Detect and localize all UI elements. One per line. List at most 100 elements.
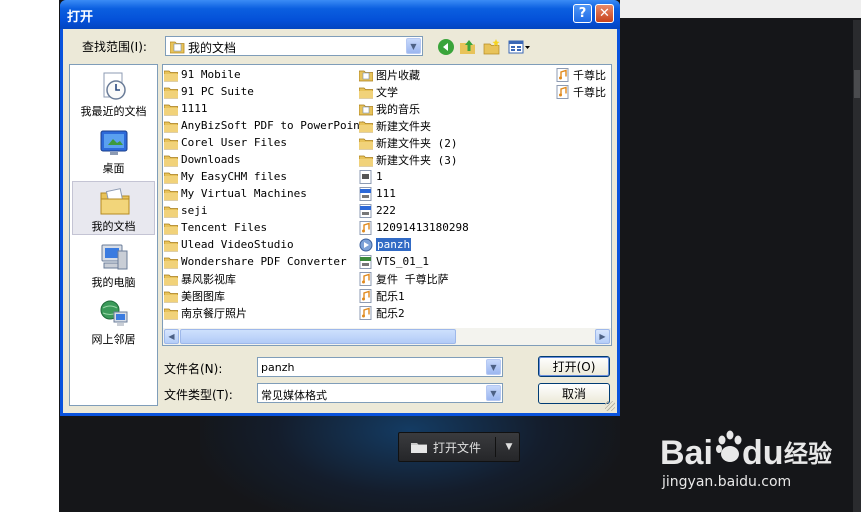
file-name: 我的音乐 (376, 102, 420, 116)
up-folder-icon[interactable] (459, 38, 477, 56)
file-name: 91 Mobile (181, 68, 241, 81)
look-in-label: 查找范围(I): (82, 40, 147, 54)
folder-icon (163, 153, 179, 167)
place-my-documents[interactable]: 我的文档 (72, 181, 155, 235)
folder-item[interactable]: Tencent Files (163, 219, 268, 236)
file-item[interactable]: 配乐1 (359, 287, 405, 304)
chevron-down-icon[interactable]: ▼ (486, 359, 501, 375)
folder-item[interactable]: Wondershare PDF Converter (163, 253, 347, 270)
watermark-brand-b: du (742, 434, 784, 472)
folder-item[interactable]: 新建文件夹 (358, 117, 431, 134)
file-item[interactable]: VTS_01_1 (359, 253, 429, 270)
folder-item[interactable]: My Virtual Machines (163, 185, 307, 202)
filetype-label: 文件类型(T): (164, 388, 233, 402)
file-item[interactable]: 千尊比 (556, 83, 606, 100)
scroll-left-icon[interactable]: ◀ (164, 329, 179, 344)
folder-item[interactable]: 图片收藏 (358, 66, 420, 83)
file-name: 千尊比 (573, 85, 606, 99)
page-scrollbar-thumb[interactable] (854, 70, 860, 98)
file-name: panzh (376, 238, 412, 251)
folder-icon (163, 68, 179, 82)
mpeg-file-icon (359, 186, 373, 201)
folder-item[interactable]: 南京餐厅照片 (163, 304, 247, 321)
place-label: 我的文档 (91, 220, 136, 233)
folder-item[interactable]: Corel User Files (163, 134, 287, 151)
file-item[interactable]: 配乐2 (359, 304, 405, 321)
folder-icon (358, 85, 374, 99)
desktop-icon (98, 127, 130, 159)
file-name: 复件 千尊比萨 (376, 272, 449, 286)
place-my-computer[interactable]: 我的电脑 (72, 238, 155, 292)
file-name: 111 (376, 187, 396, 200)
view-menu-icon[interactable] (508, 38, 532, 56)
file-item[interactable]: 12091413180298 (359, 219, 469, 236)
folder-item[interactable]: 91 Mobile (163, 66, 241, 83)
folder-item[interactable]: 我的音乐 (358, 100, 420, 117)
folder-icon (163, 102, 179, 116)
place-desktop[interactable]: 桌面 (72, 124, 155, 178)
file-name: Tencent Files (181, 221, 268, 234)
folder-icon (163, 119, 179, 133)
look-in-combo[interactable]: 我的文档 ▼ (165, 36, 423, 56)
audio-file-icon (359, 288, 373, 303)
filetype-combo[interactable]: 常见媒体格式 ▼ (257, 383, 503, 403)
folder-item[interactable]: My EasyCHM files (163, 168, 287, 185)
back-icon[interactable] (437, 38, 455, 56)
folder-item[interactable]: seji (163, 202, 208, 219)
baidu-watermark: Bai du 经验 jingyan.baidu.com (660, 422, 856, 492)
folder-item[interactable]: Ulead VideoStudio (163, 236, 294, 253)
folder-item[interactable]: 1111 (163, 100, 208, 117)
folder-item[interactable]: AnyBizSoft PDF to PowerPoint (163, 117, 367, 134)
file-name: 图片收藏 (376, 68, 420, 82)
file-name: 新建文件夹 (2) (376, 136, 458, 150)
filename-combo[interactable]: panzh ▼ (257, 357, 503, 377)
folder-icon (163, 238, 179, 252)
filename-value[interactable]: panzh (261, 361, 294, 374)
file-name: 12091413180298 (376, 221, 469, 234)
chevron-down-icon[interactable]: ▼ (486, 385, 501, 401)
special-folder-icon (358, 102, 374, 116)
place-network[interactable]: 网上邻居 (72, 295, 155, 349)
folder-icon (163, 289, 179, 303)
file-name: AnyBizSoft PDF to PowerPoint (181, 119, 367, 132)
chevron-down-icon[interactable]: ▼ (406, 38, 421, 54)
paw-icon (716, 430, 742, 462)
folder-item[interactable]: 文学 (358, 83, 398, 100)
place-recent-documents[interactable]: 我最近的文档 (72, 67, 155, 121)
resize-grip[interactable] (605, 401, 615, 411)
file-name: My Virtual Machines (181, 187, 307, 200)
file-item[interactable]: 222 (359, 202, 396, 219)
watermark-brand-a: Bai (660, 434, 713, 472)
my-documents-icon (99, 185, 131, 217)
audio-file-icon (556, 67, 570, 82)
scrollbar-thumb[interactable] (180, 329, 456, 344)
file-name: Wondershare PDF Converter (181, 255, 347, 268)
help-button[interactable]: ? (573, 4, 592, 23)
recent-documents-icon (98, 70, 130, 102)
folder-icon (358, 153, 374, 167)
open-button[interactable]: 打开(O) (538, 356, 610, 377)
dialog-title-bar[interactable]: 打开 ? ✕ (60, 0, 620, 29)
folder-item[interactable]: 新建文件夹 (2) (358, 134, 458, 151)
close-button[interactable]: ✕ (595, 4, 614, 23)
folder-item[interactable]: 美图图库 (163, 287, 225, 304)
open-file-button[interactable]: 打开文件 ▼ (398, 432, 520, 462)
cancel-button[interactable]: 取消 (538, 383, 610, 404)
file-item[interactable]: panzh (359, 236, 412, 253)
dropdown-arrow-icon[interactable]: ▼ (499, 433, 519, 461)
file-item[interactable]: 111 (359, 185, 396, 202)
file-name: 新建文件夹 (376, 119, 431, 133)
scroll-right-icon[interactable]: ▶ (595, 329, 610, 344)
horizontal-scrollbar[interactable]: ◀ ▶ (163, 328, 611, 345)
file-item[interactable]: 千尊比 (556, 66, 606, 83)
file-item[interactable]: 复件 千尊比萨 (359, 270, 449, 287)
folder-item[interactable]: 91 PC Suite (163, 83, 254, 100)
new-folder-icon[interactable] (483, 38, 501, 56)
audio-file-icon (556, 84, 570, 99)
folder-item[interactable]: Downloads (163, 151, 241, 168)
file-name: Downloads (181, 153, 241, 166)
folder-item[interactable]: 新建文件夹 (3) (358, 151, 458, 168)
file-item[interactable]: 1 (359, 168, 383, 185)
file-list[interactable]: 91 Mobile 91 PC Suite 1111 AnyBizSoft PDF t… (162, 64, 612, 346)
folder-item[interactable]: 暴风影视库 (163, 270, 236, 287)
